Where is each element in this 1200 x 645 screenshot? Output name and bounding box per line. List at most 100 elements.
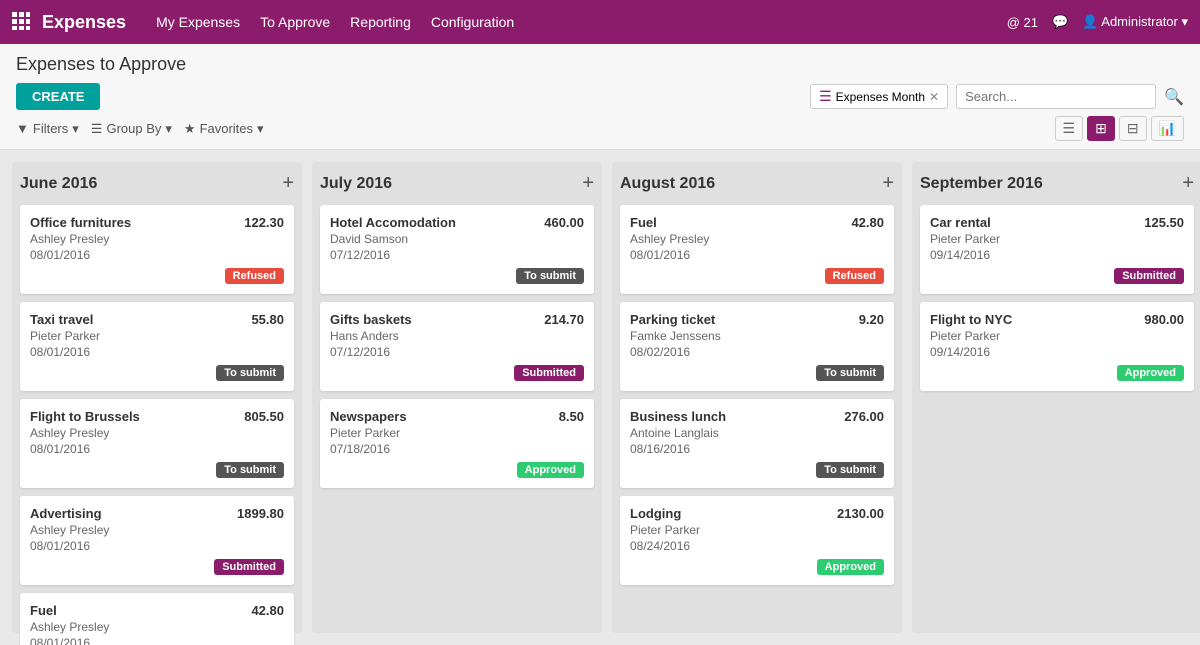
filter-buttons: ▼ Filters ▾ ☰ Group By ▾ ★ Favorites ▾ — [16, 121, 264, 137]
status-badge: Approved — [1117, 365, 1184, 381]
expense-card[interactable]: Office furnitures122.30Ashley Presley08/… — [20, 205, 294, 294]
expense-card[interactable]: Business lunch 276.00 Antoine Langlais 08/1… — [620, 399, 894, 488]
status-badge: To submit — [216, 365, 284, 381]
app-title: Expenses — [42, 12, 126, 33]
expense-card[interactable]: Hotel Accomodation 460.00 David Samson 07/1… — [320, 205, 594, 294]
col-title-2: August 2016 — [620, 175, 715, 193]
card-expense-name: Flight to NYC — [930, 312, 1012, 327]
col-title-0: June 2016 — [20, 175, 97, 193]
card-date: 07/12/2016 — [330, 345, 584, 359]
status-badge: Submitted — [1114, 268, 1184, 284]
card-expense-name: Fuel — [630, 215, 657, 230]
card-person: Pieter Parker — [630, 523, 884, 537]
status-badge: To submit — [816, 365, 884, 381]
col-add-button-3[interactable]: + — [1182, 172, 1194, 195]
expense-card[interactable]: Flight to Brussels805.50Ashley Presley08… — [20, 399, 294, 488]
card-amount: 2130.00 — [837, 506, 884, 521]
card-person: Pieter Parker — [930, 232, 1184, 246]
search-input[interactable] — [956, 84, 1156, 109]
search-tag: ☰ Expenses Month ✕ — [810, 84, 948, 109]
expense-card[interactable]: Taxi travel55.80Pieter Parker08/01/2016T… — [20, 302, 294, 391]
expense-card[interactable]: Fuel42.80Ashley Presley08/01/2016Approve… — [20, 593, 294, 645]
groupby-button[interactable]: ☰ Group By ▾ — [91, 121, 172, 137]
expense-card[interactable]: Lodging2130.00Pieter Parker08/24/2016App… — [620, 496, 894, 585]
card-date: 08/16/2016 — [630, 442, 884, 456]
card-person: David Samson — [330, 232, 584, 246]
favorites-button[interactable]: ★ Favorites ▾ — [184, 121, 264, 137]
expense-card[interactable]: Flight to NYC980.00Pieter Parker09/14/20… — [920, 302, 1194, 391]
card-amount: 8.50 — [559, 409, 584, 424]
expense-card[interactable]: Advertising1899.80Ashley Presley08/01/20… — [20, 496, 294, 585]
grid-icon[interactable] — [12, 12, 30, 33]
kanban-view-button[interactable]: ⊞ — [1087, 116, 1115, 141]
card-person: Famke Jenssens — [630, 329, 884, 343]
chat-icon[interactable]: 💬 — [1052, 14, 1068, 30]
card-expense-name: Office furnitures — [30, 215, 131, 230]
card-person: Ashley Presley — [30, 426, 284, 440]
card-person: Hans Anders — [330, 329, 584, 343]
col-header-2: August 2016 + — [620, 172, 894, 195]
status-badge: To submit — [516, 268, 584, 284]
filter-row: ▼ Filters ▾ ☰ Group By ▾ ★ Favorites ▾ ☰… — [16, 116, 1184, 141]
card-person: Pieter Parker — [30, 329, 284, 343]
card-date: 08/01/2016 — [30, 442, 284, 456]
card-amount: 55.80 — [251, 312, 284, 327]
col-add-button-1[interactable]: + — [582, 172, 594, 195]
list-view-button[interactable]: ☰ — [1055, 116, 1084, 141]
card-person: Ashley Presley — [630, 232, 884, 246]
nav-reporting[interactable]: Reporting — [350, 14, 411, 30]
status-badge: Submitted — [214, 559, 284, 575]
filter-icon: ▼ — [16, 121, 29, 136]
expense-card[interactable]: Parking ticket9.20Famke Jenssens08/02/20… — [620, 302, 894, 391]
card-person: Ashley Presley — [30, 523, 284, 537]
expense-card[interactable]: Fuel42.80Ashley Presley08/01/2016Refused — [620, 205, 894, 294]
expense-card[interactable]: Car rental125.50Pieter Parker09/14/2016S… — [920, 205, 1194, 294]
card-date: 08/01/2016 — [30, 636, 284, 645]
card-expense-name: Business lunch — [630, 409, 726, 424]
card-date: 07/12/2016 — [330, 248, 584, 262]
page-title: Expenses to Approve — [16, 54, 1184, 75]
card-expense-name: Taxi travel — [30, 312, 93, 327]
kanban-column-0: June 2016 + Office furnitures122.30Ashley … — [12, 162, 302, 633]
search-button[interactable]: 🔍 — [1164, 87, 1184, 107]
card-amount: 980.00 — [1144, 312, 1184, 327]
card-amount: 805.50 — [244, 409, 284, 424]
card-date: 08/01/2016 — [30, 539, 284, 553]
grid-view-button[interactable]: ⊟ — [1119, 116, 1147, 141]
card-expense-name: Lodging — [630, 506, 681, 521]
card-expense-name: Parking ticket — [630, 312, 715, 327]
kanban-column-3: September 2016 + Car rental125.50Pieter Pa… — [912, 162, 1200, 633]
nav-my-expenses[interactable]: My Expenses — [156, 14, 240, 30]
col-add-button-0[interactable]: + — [282, 172, 294, 195]
kanban-column-2: August 2016+Fuel42.80Ashley Presley08/01… — [612, 162, 902, 633]
tag-list-icon: ☰ — [819, 88, 832, 105]
card-expense-name: Fuel — [30, 603, 57, 618]
create-button[interactable]: CREATE — [16, 83, 100, 110]
nav-to-approve[interactable]: To Approve — [260, 14, 330, 30]
nav-configuration[interactable]: Configuration — [431, 14, 514, 30]
col-title-3: September 2016 — [920, 175, 1043, 193]
card-expense-name: Newspapers — [330, 409, 407, 424]
chart-view-button[interactable]: 📊 — [1151, 116, 1184, 141]
card-person: Pieter Parker — [930, 329, 1184, 343]
card-amount: 460.00 — [544, 215, 584, 230]
kanban-board: June 2016 + Office furnitures122.30Ashley … — [0, 150, 1200, 645]
user-avatar[interactable]: 👤 Administrator ▾ — [1082, 14, 1188, 30]
expense-card[interactable]: Newspapers8.50Pieter Parker07/18/2016App… — [320, 399, 594, 488]
search-tag-close[interactable]: ✕ — [929, 90, 939, 104]
expense-card[interactable]: Gifts baskets214.70Hans Anders07/12/2016… — [320, 302, 594, 391]
status-badge: To submit — [816, 462, 884, 478]
col-add-button-2[interactable]: + — [882, 172, 894, 195]
card-person: Antoine Langlais — [630, 426, 884, 440]
nav-right: @ 21 💬 👤 Administrator ▾ — [1007, 14, 1188, 30]
sub-header: Expenses to Approve CREATE ☰ Expenses Mo… — [0, 44, 1200, 150]
filters-button[interactable]: ▼ Filters ▾ — [16, 121, 79, 137]
status-badge: Submitted — [514, 365, 584, 381]
notification-count[interactable]: @ 21 — [1007, 15, 1038, 30]
card-amount: 276.00 — [844, 409, 884, 424]
card-expense-name: Hotel Accomodation — [330, 215, 456, 230]
card-person: Ashley Presley — [30, 620, 284, 634]
card-amount: 42.80 — [851, 215, 884, 230]
status-badge: Refused — [825, 268, 884, 284]
status-badge: To submit — [216, 462, 284, 478]
